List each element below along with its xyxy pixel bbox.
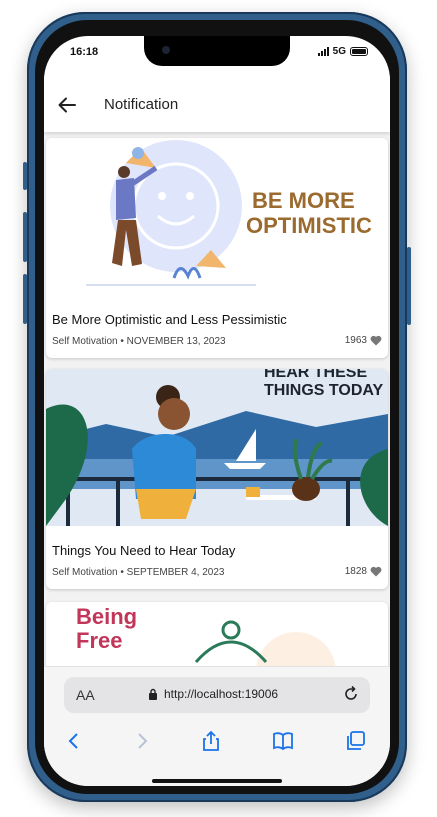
share-icon[interactable] [199, 729, 223, 753]
url-display[interactable]: http://localhost:19006 [148, 687, 278, 701]
likes-value: 1963 [344, 335, 367, 346]
heart-icon[interactable] [370, 335, 382, 346]
image-text-optimistic: OPTIMISTIC [246, 213, 372, 238]
chevron-left-icon[interactable] [62, 729, 86, 753]
likes-value: 1828 [344, 566, 367, 577]
network-label: 5G [332, 46, 346, 57]
post-card[interactable]: BE MORE OPTIMISTIC Be More Optimistic an… [46, 138, 388, 358]
app-header: Notification [44, 76, 390, 132]
page-title: Notification [104, 96, 179, 113]
phone-frame: 16:18 5G Notification BE MORE OPTIMISTIC… [23, 12, 411, 802]
heart-icon[interactable] [370, 566, 382, 577]
battery-icon [350, 47, 368, 56]
likes-count[interactable]: 1828 [345, 566, 382, 577]
home-indicator [152, 779, 282, 783]
volume-up-button [23, 212, 27, 262]
image-text-things-today: THINGS TODAY [264, 382, 383, 399]
notification-feed[interactable]: BE MORE OPTIMISTIC Be More Optimistic an… [44, 132, 390, 666]
chevron-right-icon[interactable] [130, 729, 154, 753]
url-bar[interactable]: AA http://localhost:19006 [64, 677, 370, 713]
notch [144, 36, 290, 66]
image-text-being: Being [76, 604, 137, 629]
browser-bar: AA http://localhost:19006 [44, 666, 390, 786]
post-meta: Self Motivation • NOVEMBER 13, 2023 [52, 336, 226, 347]
image-text-free: Free [76, 628, 122, 653]
post-card[interactable]: HEAR THESE THINGS TODAY Things You Need … [46, 369, 388, 589]
image-text-hear-these: HEAR THESE [264, 369, 367, 381]
text-size-button[interactable]: AA [76, 687, 95, 703]
lock-icon [149, 688, 157, 700]
signal-icon [317, 47, 329, 56]
back-arrow-icon[interactable] [56, 94, 78, 116]
mute-switch [23, 162, 27, 190]
post-title[interactable]: Be More Optimistic and Less Pessimistic [52, 312, 287, 327]
post-image-optimistic: BE MORE OPTIMISTIC [46, 138, 388, 295]
post-image-things-today: HEAR THESE THINGS TODAY [46, 369, 388, 526]
post-title[interactable]: Things You Need to Hear Today [52, 543, 235, 558]
volume-down-button [23, 274, 27, 324]
likes-count[interactable]: 1963 [345, 335, 382, 346]
camera-icon [162, 46, 170, 54]
screen: 16:18 5G Notification BE MORE OPTIMISTIC… [44, 36, 390, 786]
book-icon[interactable] [271, 729, 295, 753]
power-button [407, 247, 411, 325]
url-text: http://localhost:19006 [164, 687, 279, 701]
image-text-be-more: BE MORE [252, 188, 355, 213]
post-image-being-free: Being Free [46, 602, 388, 666]
post-card[interactable]: Being Free [46, 602, 388, 666]
tabs-icon[interactable] [344, 729, 368, 753]
reload-icon[interactable] [342, 685, 360, 703]
browser-toolbar [44, 725, 390, 759]
status-indicators: 5G [317, 46, 368, 57]
status-time: 16:18 [70, 46, 99, 58]
post-meta: Self Motivation • SEPTEMBER 4, 2023 [52, 567, 225, 578]
